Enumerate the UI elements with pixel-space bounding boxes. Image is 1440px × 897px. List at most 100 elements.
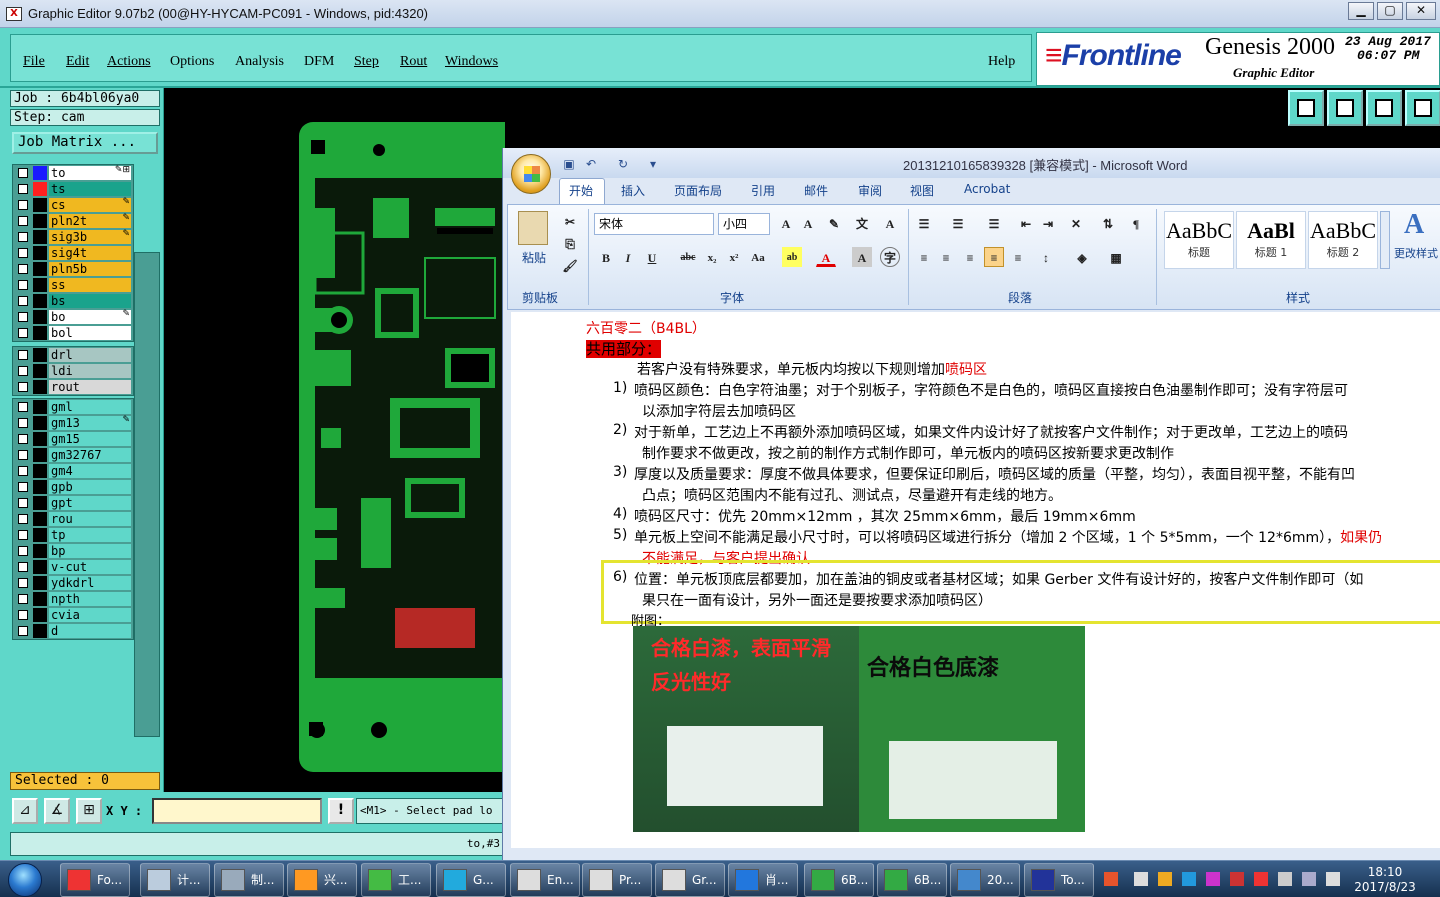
taskbar-item[interactable]: Gr... (655, 863, 725, 897)
show-marks-icon[interactable]: ¶ (1126, 213, 1146, 233)
taskbar-item[interactable]: En... (510, 863, 580, 897)
layer-row-bol[interactable]: bol (13, 325, 133, 341)
layer-checkbox[interactable] (18, 184, 28, 194)
menu-help[interactable]: Help (988, 54, 1015, 70)
tab-references[interactable]: 引用 (751, 182, 775, 199)
layer-scrollbar[interactable] (134, 252, 160, 737)
layer-checkbox[interactable] (18, 482, 28, 492)
paste-icon[interactable] (518, 211, 548, 245)
superscript-icon[interactable]: x² (724, 247, 744, 267)
layer-row-gm15[interactable]: gm15 (13, 431, 133, 447)
change-styles-icon[interactable]: A (1404, 209, 1424, 241)
change-styles-label[interactable]: 更改样式 (1394, 245, 1438, 261)
layer-checkbox[interactable] (18, 546, 28, 556)
strikethrough-icon[interactable]: abc (678, 247, 698, 267)
layer-checkbox[interactable] (18, 514, 28, 524)
home-icon[interactable] (1366, 90, 1402, 126)
layer-color-swatch[interactable] (33, 364, 47, 378)
open-icon[interactable] (1288, 90, 1324, 126)
taskbar-item[interactable]: 20... (950, 863, 1020, 897)
save-icon[interactable] (1327, 90, 1363, 126)
layer-checkbox[interactable] (18, 578, 28, 588)
grow-font-icon[interactable]: A (776, 213, 796, 233)
start-button[interactable] (8, 863, 42, 897)
layer-row-bp[interactable]: bp (13, 543, 133, 559)
taskbar-item[interactable]: 6B... (804, 863, 874, 897)
layer-color-swatch[interactable] (33, 448, 47, 462)
char-border-icon[interactable]: A (880, 213, 900, 233)
menu-actions[interactable]: Actions (107, 54, 151, 70)
layer-color-swatch[interactable] (33, 326, 47, 340)
customize-qat-icon[interactable]: ▾ (645, 156, 661, 172)
tab-acrobat[interactable]: Acrobat (964, 182, 1010, 196)
sort-icon[interactable]: ⇅ (1098, 213, 1118, 233)
bold-icon[interactable]: B (596, 247, 616, 267)
align-right-icon[interactable]: ≡ (960, 247, 980, 267)
tab-mailings[interactable]: 邮件 (804, 182, 828, 199)
layer-row-pln2t[interactable]: pln2t ✎ (13, 213, 133, 229)
layer-row-sig4t[interactable]: sig4t (13, 245, 133, 261)
decrease-indent-icon[interactable]: ⇤ (1016, 213, 1036, 233)
layer-checkbox[interactable] (18, 530, 28, 540)
job-matrix-button[interactable]: Job Matrix ... (12, 132, 158, 154)
layer-checkbox[interactable] (18, 402, 28, 412)
font-name-combo[interactable]: 宋体 (594, 213, 714, 235)
layer-color-swatch[interactable] (33, 560, 47, 574)
layer-checkbox[interactable] (18, 216, 28, 226)
layer-checkbox[interactable] (18, 366, 28, 376)
layer-row-rout[interactable]: rout (13, 379, 133, 395)
tray-app-icon[interactable] (1254, 872, 1268, 886)
layer-row-cs[interactable]: cs ✎ (13, 197, 133, 213)
measure-button[interactable]: ∡ (44, 798, 70, 824)
layer-row-gpt[interactable]: gpt (13, 495, 133, 511)
document-page[interactable]: 六百零二（B4BL） 共用部分： 若客户没有特殊要求，单元板内均按以下规则增加喷… (511, 312, 1440, 848)
increase-indent-icon[interactable]: ⇥ (1038, 213, 1058, 233)
taskbar-item[interactable]: G... (436, 863, 506, 897)
menu-windows[interactable]: Windows (445, 54, 498, 70)
xy-input[interactable] (152, 798, 322, 824)
multilevel-list-icon[interactable]: ☰ (984, 213, 1004, 233)
layer-color-swatch[interactable] (33, 512, 47, 526)
layer-row-ss[interactable]: ss (13, 277, 133, 293)
layer-row-sig3b[interactable]: sig3b ✎ (13, 229, 133, 245)
layer-color-swatch[interactable] (33, 262, 47, 276)
align-left-icon[interactable]: ≡ (914, 247, 934, 267)
format-painter-icon[interactable]: 🖌 (560, 255, 580, 275)
undo-icon[interactable]: ↶ (583, 156, 599, 172)
grid-button[interactable]: ⊞ (76, 798, 102, 824)
layer-color-swatch[interactable] (33, 432, 47, 446)
layer-checkbox[interactable] (18, 350, 28, 360)
tray-app-icon[interactable] (1158, 872, 1172, 886)
paste-button[interactable]: 粘贴 (522, 249, 546, 266)
layer-row-pln5b[interactable]: pln5b (13, 261, 133, 277)
layer-color-swatch[interactable] (33, 214, 47, 228)
menu-analysis[interactable]: Analysis (235, 54, 284, 70)
tab-view[interactable]: 视图 (910, 182, 934, 199)
layer-checkbox[interactable] (18, 594, 28, 604)
numbering-icon[interactable]: ☰ (948, 213, 968, 233)
layer-row-rou[interactable]: rou (13, 511, 133, 527)
layer-row-cvia[interactable]: cvia (13, 607, 133, 623)
underline-icon[interactable]: U (642, 247, 662, 267)
save-icon[interactable]: ▣ (561, 156, 577, 172)
shading-icon[interactable]: ◈ (1072, 247, 1092, 267)
layer-color-swatch[interactable] (33, 310, 47, 324)
menu-step[interactable]: Step (354, 54, 379, 70)
align-center-icon[interactable]: ≡ (936, 247, 956, 267)
taskbar-item[interactable]: 计... (140, 863, 210, 897)
layer-checkbox[interactable] (18, 280, 28, 290)
shrink-font-icon[interactable]: A (798, 213, 818, 233)
layer-checkbox[interactable] (18, 466, 28, 476)
highlight-icon[interactable]: ab (782, 247, 802, 267)
phonetic-icon[interactable]: 文 (852, 213, 872, 233)
font-size-combo[interactable]: 小四 (718, 213, 770, 235)
distributed-icon[interactable]: ≡ (1008, 247, 1028, 267)
layer-color-swatch[interactable] (33, 608, 47, 622)
zoom-window-button[interactable]: ⊿ (12, 798, 38, 824)
layer-color-swatch[interactable] (33, 496, 47, 510)
copy-icon[interactable]: ⎘ (560, 233, 580, 253)
layer-color-swatch[interactable] (33, 528, 47, 542)
layer-color-swatch[interactable] (33, 198, 47, 212)
taskbar-item[interactable]: 6B... (877, 863, 947, 897)
layer-row-to[interactable]: to ✎⊞ (13, 165, 133, 181)
